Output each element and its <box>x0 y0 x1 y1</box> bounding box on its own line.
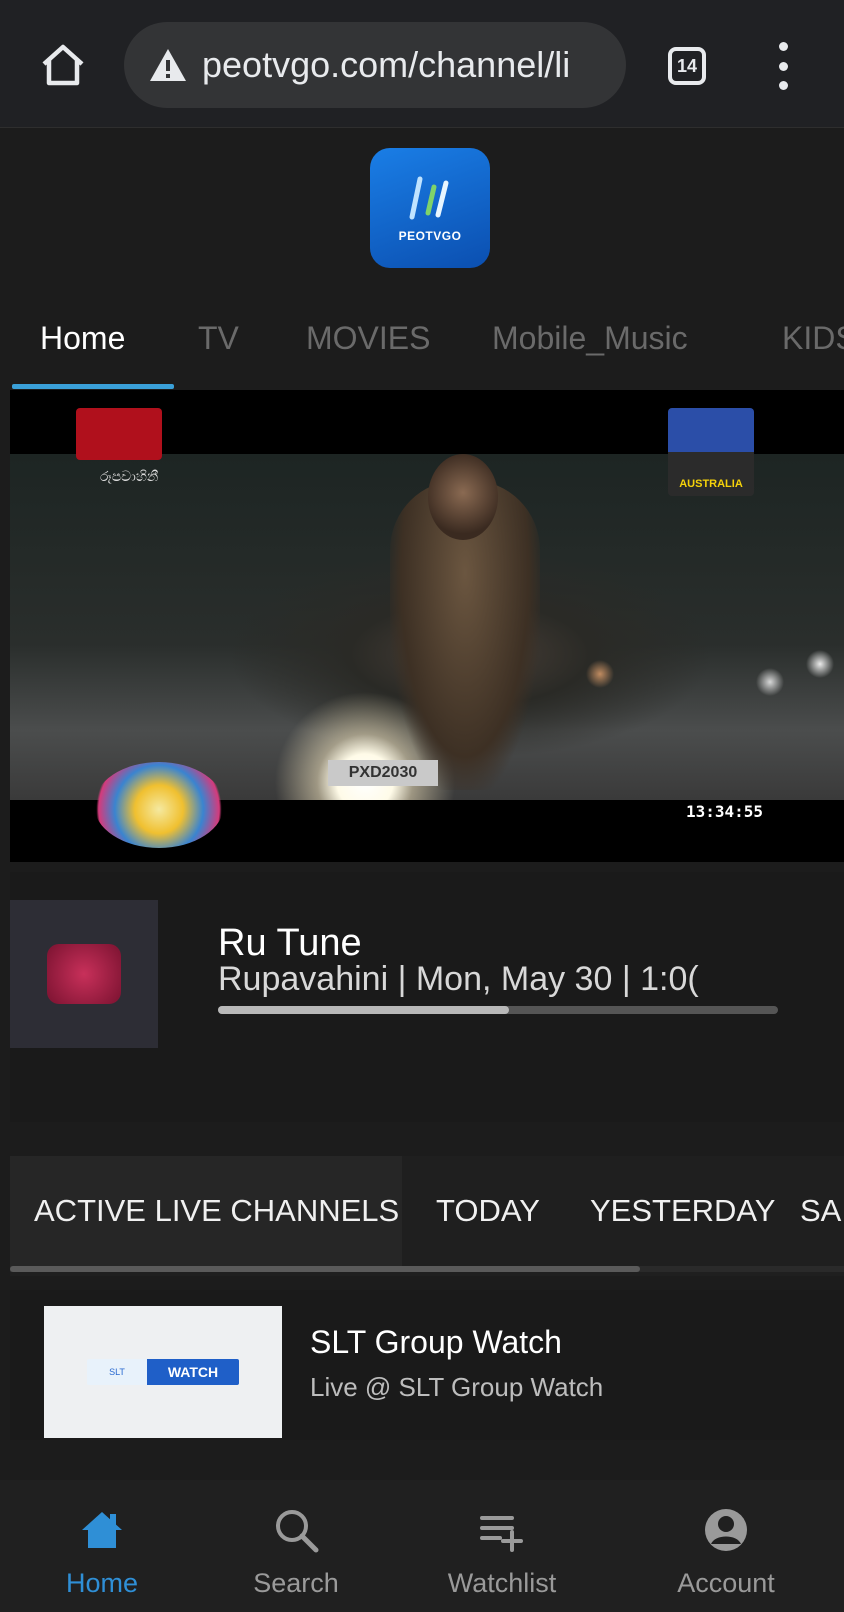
channel-list-thumbnail: SLT WATCH <box>44 1306 282 1438</box>
watchlist-icon <box>480 1516 523 1552</box>
channel-description: Live @ SLT Group Watch <box>310 1372 604 1402</box>
program-badge-logo <box>94 762 224 848</box>
video-clock: 13:34:55 <box>686 802 764 821</box>
tab-today[interactable]: TODAY <box>436 1156 540 1266</box>
nav-home[interactable]: Home <box>12 1480 192 1612</box>
channel-list-item[interactable]: SLT WATCH SLT Group Watch Live @ SLT Gro… <box>10 1290 844 1440</box>
browser-toolbar: peotvgo.com/channel/li 14 <box>0 0 844 128</box>
warning-icon <box>150 49 186 81</box>
tabs-scrollbar-thumb[interactable] <box>10 1266 640 1272</box>
nav-account[interactable]: Account <box>636 1480 816 1612</box>
search-icon <box>276 1510 319 1553</box>
rupavahini-logo <box>47 944 121 1004</box>
tab-tv[interactable]: TV <box>198 320 239 357</box>
nav-watchlist-label: Watchlist <box>447 1568 557 1598</box>
channel-thumbnail[interactable] <box>10 900 158 1048</box>
channel-name: SLT Group Watch <box>310 1324 562 1360</box>
tabs-scrollbar[interactable] <box>10 1266 844 1272</box>
address-bar[interactable]: peotvgo.com/channel/li <box>124 22 626 108</box>
channel-filter-tabs: ACTIVE LIVE CHANNELS TODAY YESTERDAY SA <box>10 1156 844 1276</box>
event-logo: AUSTRALIA <box>668 408 754 496</box>
channel-watermark-logo <box>76 408 162 460</box>
nav-watchlist[interactable]: Watchlist <box>412 1480 592 1612</box>
program-progress-bar <box>218 1006 778 1014</box>
program-title: Ru Tune <box>218 922 362 964</box>
slt-watch-logo: SLT WATCH <box>87 1359 239 1385</box>
video-rider-head <box>428 454 498 540</box>
peotvgo-logo[interactable]: PEOTVGO <box>370 148 490 268</box>
logo-wordmark: PEOTVGO <box>398 229 462 243</box>
browser-menu-icon[interactable] <box>770 42 796 90</box>
account-icon <box>705 1509 747 1551</box>
url-text: peotvgo.com/channel/li <box>202 44 571 85</box>
program-subtitle: Rupavahini | Mon, May 30 | 1:0( <box>218 960 699 998</box>
category-tabs: Home TV MOVIES Mobile_Music KIDS <box>0 300 844 390</box>
tab-mobile-music[interactable]: Mobile_Music <box>492 320 688 357</box>
home-icon <box>82 1512 122 1548</box>
nav-search-label: Search <box>253 1568 339 1598</box>
video-player[interactable]: PXD2030 රූපවාහිනී AUSTRALIA 13:34:55 <box>10 390 844 862</box>
tab-saturday[interactable]: SA <box>800 1156 841 1266</box>
bottom-navigation: Home Search Watchlist Account <box>0 1480 844 1612</box>
now-playing-info: Ru Tune Rupavahini | Mon, May 30 | 1:0( <box>10 872 844 1122</box>
video-number-plate: PXD2030 <box>328 760 438 786</box>
nav-account-label: Account <box>677 1568 775 1598</box>
tab-yesterday[interactable]: YESTERDAY <box>590 1156 775 1266</box>
channel-watermark-sub: රූපවාහිනී <box>100 468 159 484</box>
nav-search[interactable]: Search <box>206 1480 386 1612</box>
program-progress-fill <box>218 1006 510 1014</box>
tab-movies[interactable]: MOVIES <box>306 320 430 357</box>
browser-home-icon[interactable] <box>38 40 88 90</box>
tab-kids[interactable]: KIDS <box>782 320 844 357</box>
tab-active-live-channels[interactable]: ACTIVE LIVE CHANNELS <box>10 1156 402 1266</box>
nav-home-label: Home <box>65 1568 139 1598</box>
tab-home[interactable]: Home <box>40 320 125 357</box>
tab-switcher-button[interactable]: 14 <box>668 47 706 85</box>
active-tab-indicator <box>12 384 174 389</box>
